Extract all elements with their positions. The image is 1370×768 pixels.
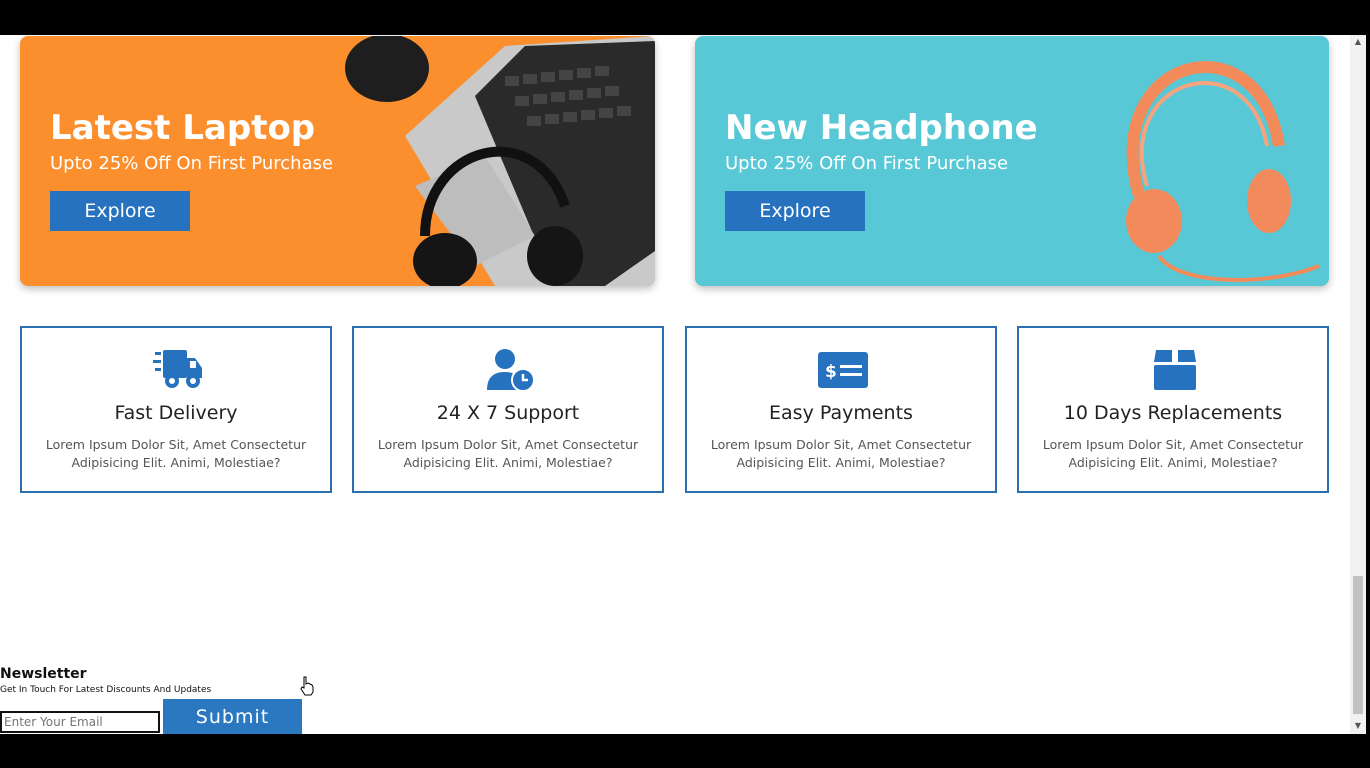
banner-latest-laptop: Latest Laptop Upto 25% Off On First Purc… xyxy=(20,36,655,286)
explore-button[interactable]: Explore xyxy=(725,191,865,231)
truck-icon xyxy=(153,350,202,388)
features-row: Fast Delivery Lorem Ipsum Dolor Sit, Ame… xyxy=(20,326,1330,493)
orange-headphone-image xyxy=(1126,61,1320,282)
newsletter-subtitle: Get In Touch For Latest Discounts And Up… xyxy=(0,685,212,695)
banner-title: New Headphone xyxy=(725,108,1038,148)
right-edge xyxy=(1366,35,1370,734)
feature-title: Easy Payments xyxy=(769,402,913,424)
feature-title: 10 Days Replacements xyxy=(1063,402,1283,424)
scroll-down-icon[interactable]: ▼ xyxy=(1353,721,1363,731)
feature-description: Lorem Ipsum Dolor Sit, Amet Consectetur … xyxy=(1042,437,1304,470)
explore-button[interactable]: Explore xyxy=(50,191,190,231)
banner-subtitle: Upto 25% Off On First Purchase xyxy=(50,153,334,174)
feature-card-replacements: 10 Days Replacements Lorem Ipsum Dolor S… xyxy=(1017,326,1329,493)
feature-description: Lorem Ipsum Dolor Sit, Amet Consectetur … xyxy=(710,437,972,470)
feature-title: 24 X 7 Support xyxy=(436,402,580,424)
scroll-up-icon[interactable]: ▲ xyxy=(1353,37,1363,47)
feature-title: Fast Delivery xyxy=(114,402,238,424)
email-input[interactable] xyxy=(0,711,160,733)
feature-description: Lorem Ipsum Dolor Sit, Amet Consectetur … xyxy=(45,437,307,470)
hand-pointer-icon xyxy=(300,676,314,696)
bottom-letterbox xyxy=(0,734,1370,768)
scrollbar-thumb[interactable] xyxy=(1353,576,1363,714)
feature-card-easy-payments: $ Easy Payments Lorem Ipsum Dolor Sit, A… xyxy=(685,326,997,493)
submit-button[interactable]: Submit xyxy=(163,699,302,734)
svg-text:$: $ xyxy=(825,362,837,382)
vertical-scrollbar[interactable]: ▲ ▼ xyxy=(1350,35,1366,734)
top-letterbox xyxy=(0,0,1370,35)
banner-subtitle: Upto 25% Off On First Purchase xyxy=(725,153,1009,174)
user-clock-icon xyxy=(487,349,535,392)
money-check-icon: $ xyxy=(818,352,868,388)
page-viewport: Latest Laptop Upto 25% Off On First Purc… xyxy=(0,35,1350,734)
banner-title: Latest Laptop xyxy=(50,108,316,148)
newsletter-title: Newsletter xyxy=(0,666,87,682)
feature-description: Lorem Ipsum Dolor Sit, Amet Consectetur … xyxy=(377,437,639,470)
box-icon xyxy=(1154,350,1196,390)
feature-card-fast-delivery: Fast Delivery Lorem Ipsum Dolor Sit, Ame… xyxy=(20,326,332,493)
laptop-headphone-image xyxy=(345,36,655,286)
feature-card-support: 24 X 7 Support Lorem Ipsum Dolor Sit, Am… xyxy=(352,326,664,493)
banner-new-headphone: New Headphone Upto 25% Off On First Purc… xyxy=(695,36,1329,286)
